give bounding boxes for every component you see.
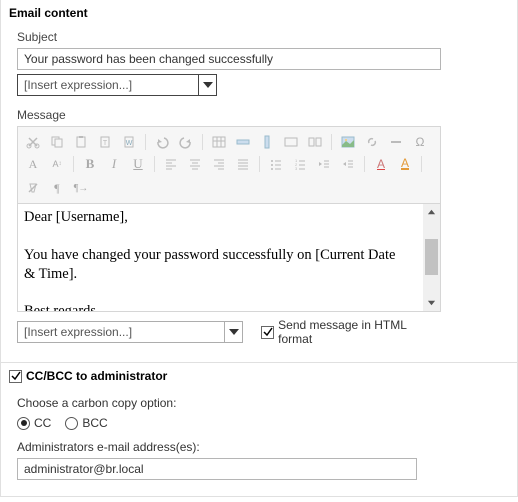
html-format-checkbox[interactable]: Send message in HTML format [261, 318, 441, 346]
paste-icon[interactable] [72, 133, 90, 151]
back-color-icon[interactable]: A [396, 155, 414, 173]
paste-text-icon[interactable]: T [96, 133, 114, 151]
editor-scrollbar[interactable] [423, 204, 440, 311]
fore-color-icon[interactable]: A [372, 155, 390, 173]
radio-icon [17, 417, 30, 430]
align-right-icon[interactable] [210, 155, 228, 173]
editor-toolbar: T W Ω A A↕ B [17, 126, 441, 204]
svg-text:T: T [103, 140, 108, 147]
outdent-icon[interactable] [315, 155, 333, 173]
subject-input[interactable] [17, 48, 441, 70]
ccbcc-title: CC/BCC to administrator [26, 369, 167, 383]
remove-format-icon[interactable] [24, 179, 42, 197]
chevron-down-icon [224, 322, 242, 342]
checkbox-icon [9, 370, 22, 383]
message-text[interactable]: Dear [Username], You have changed your p… [18, 204, 416, 311]
italic-button[interactable]: I [105, 155, 123, 173]
ccbcc-panel: CC/BCC to administrator Choose a carbon … [0, 363, 518, 497]
radio-icon [65, 417, 78, 430]
scroll-up-icon[interactable] [423, 204, 440, 221]
cc-radio-label: CC [34, 416, 51, 430]
paragraph-icon[interactable]: ¶ [48, 179, 66, 197]
font-size-icon[interactable]: A↕ [48, 155, 66, 173]
message-label: Message [17, 108, 501, 122]
ol-icon[interactable]: 123 [291, 155, 309, 173]
insert-col-icon[interactable] [258, 133, 276, 151]
indent-icon[interactable] [339, 155, 357, 173]
ccbcc-checkbox[interactable]: CC/BCC to administrator [9, 369, 167, 383]
insert-expression-1-value: [Insert expression...] [18, 75, 216, 96]
insert-expression-select-1[interactable]: [Insert expression...] [17, 74, 217, 96]
admin-email-input[interactable] [17, 458, 417, 480]
redo-icon[interactable] [177, 133, 195, 151]
copy-icon[interactable] [48, 133, 66, 151]
scroll-thumb[interactable] [425, 239, 438, 275]
ul-icon[interactable] [267, 155, 285, 173]
rich-text-editor: T W Ω A A↕ B [17, 126, 441, 312]
image-icon[interactable] [339, 133, 357, 151]
bold-button[interactable]: B [81, 155, 99, 173]
svg-text:W: W [126, 140, 133, 147]
insert-expression-2-value: [Insert expression...] [18, 322, 242, 343]
svg-text:3: 3 [295, 166, 298, 171]
bcc-radio-label: BCC [82, 416, 107, 430]
email-content-panel: Email content Subject [Insert expression… [0, 0, 518, 363]
chevron-down-icon [198, 75, 216, 95]
split-icon[interactable] [306, 133, 324, 151]
undo-icon[interactable] [153, 133, 171, 151]
insert-expression-select-2[interactable]: [Insert expression...] [17, 321, 243, 343]
bcc-radio[interactable]: BCC [65, 416, 107, 430]
editor-body[interactable]: Dear [Username], You have changed your p… [17, 204, 441, 312]
html-format-label: Send message in HTML format [278, 318, 441, 346]
symbol-icon[interactable]: Ω [411, 133, 429, 151]
ltr-icon[interactable]: ¶→ [72, 179, 90, 197]
choose-copy-label: Choose a carbon copy option: [17, 396, 501, 410]
scroll-down-icon[interactable] [423, 294, 440, 311]
email-content-title: Email content [9, 6, 493, 20]
subject-label: Subject [17, 30, 501, 44]
paste-word-icon[interactable]: W [120, 133, 138, 151]
admin-email-label: Administrators e-mail address(es): [17, 440, 501, 454]
align-justify-icon[interactable] [234, 155, 252, 173]
cc-radio[interactable]: CC [17, 416, 51, 430]
table-icon[interactable] [210, 133, 228, 151]
merge-icon[interactable] [282, 133, 300, 151]
cut-icon[interactable] [24, 133, 42, 151]
underline-button[interactable]: U [129, 155, 147, 173]
insert-row-icon[interactable] [234, 133, 252, 151]
link-icon[interactable] [363, 133, 381, 151]
align-left-icon[interactable] [162, 155, 180, 173]
align-center-icon[interactable] [186, 155, 204, 173]
hr-icon[interactable] [387, 133, 405, 151]
checkbox-icon [261, 326, 274, 339]
font-name-icon[interactable]: A [24, 155, 42, 173]
